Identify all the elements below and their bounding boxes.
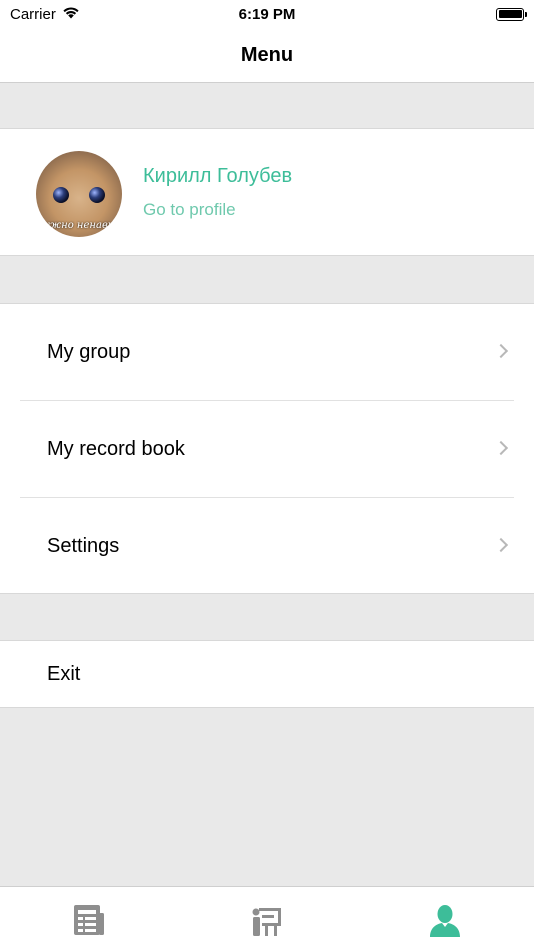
- carrier-label: Carrier: [10, 5, 56, 23]
- profile-name: Кирилл Голубев: [143, 165, 293, 187]
- status-left: Carrier: [10, 6, 80, 23]
- avatar-eye-left: [53, 187, 69, 203]
- exit-label: Exit: [47, 662, 81, 685]
- menu-item-my-group[interactable]: My group: [0, 304, 534, 401]
- menu-item-label: My record book: [47, 438, 185, 460]
- menu-item-settings[interactable]: Settings: [0, 498, 534, 595]
- page-title: Menu: [240, 43, 294, 66]
- tab-lectures[interactable]: [178, 887, 356, 950]
- menu-item-label: My group: [47, 341, 131, 363]
- status-time: 6:19 PM: [238, 5, 296, 23]
- chevron-right-icon: [493, 343, 509, 358]
- profile-text: Кирилл Голубев Go to profile: [143, 165, 292, 220]
- news-icon: [72, 903, 106, 942]
- status-bar: Carrier 6:19 PM: [0, 0, 534, 28]
- menu-group: My group My record book Settings: [0, 303, 534, 594]
- avatar-caption: нужно ненавид: [37, 220, 121, 231]
- menu-item-label: Settings: [47, 535, 120, 557]
- avatar[interactable]: нужно ненавид: [36, 151, 122, 237]
- profile-card[interactable]: нужно ненавид Кирилл Голубев Go to profi…: [0, 128, 534, 256]
- exit-button[interactable]: Exit: [0, 640, 534, 708]
- tab-profile[interactable]: [356, 887, 534, 950]
- go-to-profile-link[interactable]: Go to profile: [143, 200, 292, 220]
- profile-icon: [428, 903, 462, 942]
- battery-icon: [496, 7, 527, 21]
- avatar-eye-right: [89, 187, 105, 203]
- wifi-icon: [62, 6, 80, 23]
- tab-news[interactable]: [0, 887, 178, 950]
- nav-bar: Menu: [0, 28, 534, 83]
- menu-item-my-record-book[interactable]: My record book: [0, 401, 534, 498]
- tab-bar: [0, 886, 534, 950]
- chevron-right-icon: [493, 440, 509, 455]
- lecture-icon: [250, 903, 284, 942]
- chevron-right-icon: [493, 537, 509, 552]
